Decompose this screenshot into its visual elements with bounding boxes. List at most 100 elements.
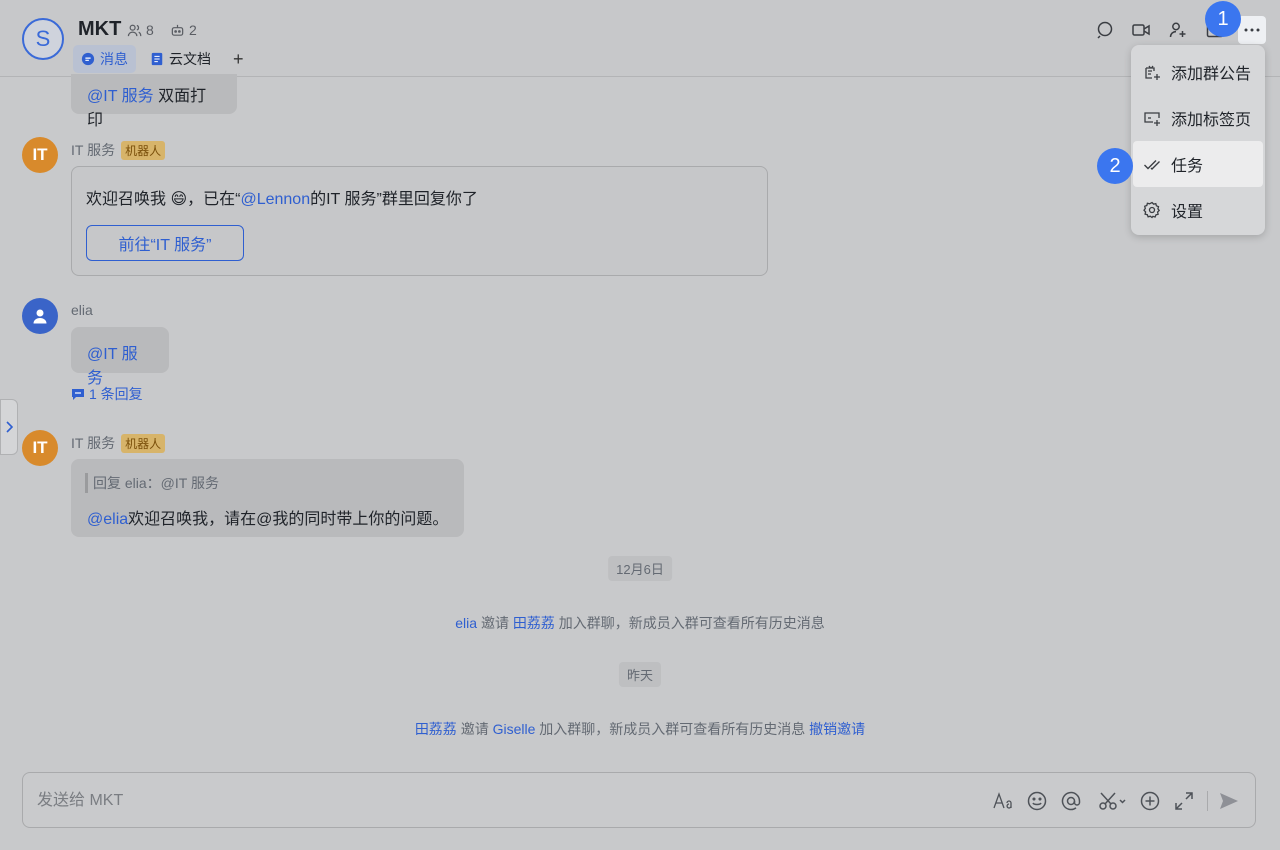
quoted-reply[interactable]: 回复 elia：@IT 服务 <box>85 473 219 493</box>
chevron-right-icon <box>6 421 13 433</box>
message-input[interactable] <box>37 787 937 815</box>
message-card: 欢迎召唤我 😄，已在“@Lennon的IT 服务”群里回复你了 前往“IT 服务… <box>71 166 768 276</box>
step-badge-1: 1 <box>1205 1 1241 37</box>
scissors-icon <box>1099 792 1126 810</box>
expand-sidebar-handle[interactable] <box>0 399 18 455</box>
date-divider: 12月6日 <box>608 556 672 581</box>
system-message: elia 邀请 田荔荔 加入群聊，新成员入群可查看所有历史消息 <box>0 613 1280 633</box>
group-avatar[interactable]: S <box>22 18 64 60</box>
text-format-button[interactable] <box>991 789 1015 813</box>
thread-replies-link[interactable]: 1 条回复 <box>71 384 143 404</box>
message-bubble: @IT 服务 <box>71 327 169 387</box>
add-tab-button[interactable]: + <box>225 49 252 70</box>
add-member-button[interactable] <box>1166 18 1190 42</box>
reply-count: 1 条回复 <box>89 386 143 402</box>
mention-link[interactable]: @IT 服务 <box>87 88 154 105</box>
menu-item-label: 添加标签页 <box>1171 112 1252 129</box>
emoji-button[interactable] <box>1025 789 1049 813</box>
menu-item-add-tab[interactable]: 添加标签页 <box>1131 95 1265 141</box>
send-icon <box>1220 793 1238 809</box>
expand-icon <box>1175 792 1193 810</box>
screenshot-button[interactable] <box>1096 789 1130 813</box>
user-avatar[interactable] <box>22 298 58 334</box>
system-text: 加入群聊，新成员入群可查看所有历史消息 <box>539 721 806 737</box>
card-text-post: 的IT 服务”群里回复你了 <box>310 191 478 208</box>
user-link[interactable]: 田荔荔 <box>513 615 555 631</box>
divider <box>1207 791 1208 811</box>
system-verb: 邀请 <box>460 721 489 737</box>
tab-add-icon <box>1144 112 1160 126</box>
menu-item-label: 添加群公告 <box>1171 66 1252 83</box>
sender-name[interactable]: IT 服务 <box>71 140 115 160</box>
menu-item-task[interactable]: 任务 <box>1133 141 1263 187</box>
menu-item-add-announcement[interactable]: 添加群公告 <box>1131 49 1265 95</box>
plus-circle-icon <box>1140 791 1160 811</box>
person-icon <box>33 309 47 324</box>
user-link[interactable]: elia <box>455 615 477 631</box>
message-bubble: @IT 服务 双面打印 <box>71 74 237 129</box>
expand-editor-button[interactable] <box>1172 789 1196 813</box>
emoji-icon <box>1027 791 1047 811</box>
go-to-it-service-button[interactable]: 前往“IT 服务” <box>86 225 244 261</box>
members-icon <box>127 24 142 36</box>
more-options-button[interactable] <box>1238 16 1266 44</box>
menu-item-label: 设置 <box>1171 204 1204 221</box>
member-count[interactable]: 8 <box>127 22 154 38</box>
sender-line: elia <box>71 302 93 318</box>
message-bubble-icon <box>81 52 95 66</box>
announcement-add-icon <box>1145 65 1160 80</box>
more-actions-button[interactable] <box>1138 789 1162 813</box>
mention-button[interactable] <box>1059 789 1083 813</box>
task-check-icon <box>1144 160 1160 170</box>
menu-item-label: 任务 <box>1171 158 1204 175</box>
menu-item-settings[interactable]: 设置 <box>1131 187 1265 233</box>
sender-name[interactable]: IT 服务 <box>71 433 115 453</box>
card-text-pre: 欢迎召唤我 😄，已在“ <box>86 191 241 208</box>
bot-avatar[interactable]: IT <box>22 430 58 466</box>
message-text: 欢迎召唤我，请在@我的同时带上你的问题。 <box>128 511 449 528</box>
search-icon <box>1097 21 1113 39</box>
text-format-icon <box>993 792 1012 809</box>
message-bubble: 回复 elia：@IT 服务 @elia欢迎召唤我，请在@我的同时带上你的问题。 <box>71 459 464 537</box>
video-icon <box>1132 24 1150 36</box>
comment-icon <box>72 389 84 400</box>
date-divider: 昨天 <box>618 662 662 687</box>
tab-cloud-docs[interactable]: 云文档 <box>142 45 219 73</box>
gear-icon <box>1143 201 1161 219</box>
bot-tag: 机器人 <box>121 140 166 160</box>
search-chat-button[interactable] <box>1093 18 1117 42</box>
mention-link[interactable]: @Lennon <box>240 191 310 208</box>
tab-label: 云文档 <box>169 51 211 67</box>
video-call-button[interactable] <box>1129 18 1153 42</box>
chat-header: S MKT 8 2 消息 云文档 + <box>0 0 1280 77</box>
tab-messages[interactable]: 消息 <box>73 45 136 73</box>
message-text-line: @elia欢迎召唤我，请在@我的同时带上你的问题。 <box>87 505 448 529</box>
member-count-value: 8 <box>146 22 154 38</box>
mention-link[interactable]: @IT 服务 <box>87 346 138 387</box>
send-button[interactable] <box>1217 789 1241 813</box>
more-horizontal-icon <box>1244 28 1260 32</box>
mention-link[interactable]: @elia <box>87 511 128 528</box>
card-text: 欢迎召唤我 😄，已在“@Lennon的IT 服务”群里回复你了 <box>86 185 478 209</box>
bot-count[interactable]: 2 <box>170 22 197 38</box>
bot-avatar[interactable]: IT <box>22 137 58 173</box>
user-link[interactable]: Giselle <box>493 721 536 737</box>
tab-label: 消息 <box>100 51 128 67</box>
message-composer <box>22 772 1256 828</box>
chat-tabs: 消息 云文档 + <box>73 45 252 73</box>
step-badge-2: 2 <box>1097 148 1133 184</box>
sender-line: IT 服务 机器人 <box>71 433 166 453</box>
sender-name[interactable]: elia <box>71 302 93 318</box>
chat-title[interactable]: MKT <box>78 18 121 41</box>
doc-icon <box>151 52 163 66</box>
robot-icon <box>171 24 184 36</box>
more-options-menu: 添加群公告 添加标签页 任务 设置 <box>1131 45 1265 235</box>
bot-tag: 机器人 <box>121 433 166 453</box>
at-sign-icon <box>1061 791 1081 811</box>
system-verb: 邀请 <box>480 615 509 631</box>
revoke-invite-link[interactable]: 撤销邀请 <box>809 721 865 737</box>
add-user-icon <box>1169 22 1186 38</box>
user-link[interactable]: 田荔荔 <box>415 721 457 737</box>
system-text: 加入群聊，新成员入群可查看所有历史消息 <box>558 615 825 631</box>
system-message: 田荔荔 邀请 Giselle 加入群聊，新成员入群可查看所有历史消息 撤销邀请 <box>0 719 1280 739</box>
